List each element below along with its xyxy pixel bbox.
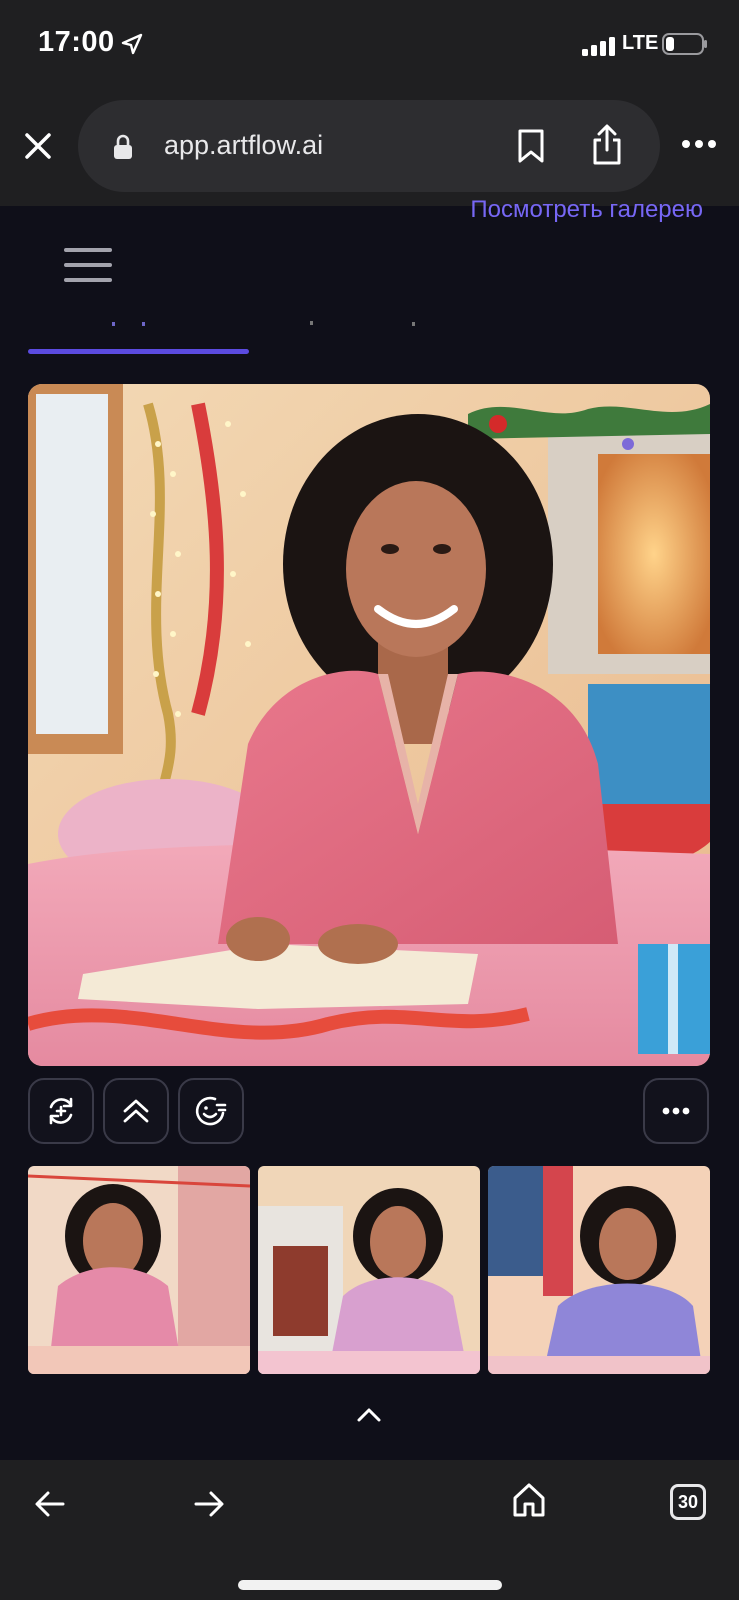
more-icon [662, 1107, 690, 1115]
battery-icon [662, 33, 707, 55]
thumbnail-image[interactable] [258, 1166, 480, 1374]
browser-toolbar: 30 [0, 1460, 739, 1600]
share-icon[interactable] [590, 124, 624, 166]
tab-label-fragment [412, 322, 415, 326]
network-type: LTE [622, 32, 659, 54]
lock-icon [114, 134, 132, 159]
browser-chrome: 17:00 LTE app.artflow.ai [0, 0, 739, 206]
thumbnail-image[interactable] [488, 1166, 710, 1374]
forward-arrow-icon[interactable] [193, 1490, 225, 1518]
location-arrow-icon [121, 33, 143, 55]
more-icon[interactable] [682, 136, 716, 152]
hamburger-icon[interactable] [64, 248, 112, 282]
close-icon[interactable] [18, 126, 58, 166]
tab-label-fragment [310, 321, 313, 325]
more-actions-button[interactable] [643, 1078, 709, 1144]
signal-bars-icon [582, 37, 615, 56]
address-bar[interactable]: app.artflow.ai [78, 100, 660, 192]
view-gallery-link[interactable]: Посмотреть галерею [470, 196, 703, 226]
active-tab-indicator [28, 349, 249, 354]
face-edit-button[interactable] [178, 1078, 244, 1144]
bookmark-icon[interactable] [516, 128, 546, 164]
face-edit-icon [195, 1096, 227, 1126]
generated-image[interactable] [28, 384, 710, 1066]
back-arrow-icon[interactable] [34, 1490, 66, 1518]
tabs-icon[interactable]: 30 [670, 1484, 706, 1520]
status-time: 17:00 [38, 26, 115, 58]
thumbnail-image[interactable] [28, 1166, 250, 1374]
home-indicator [238, 1580, 502, 1590]
regenerate-button[interactable] [28, 1078, 94, 1144]
chevron-up-icon[interactable] [356, 1405, 382, 1423]
tab-label-fragment [142, 322, 145, 326]
home-icon[interactable] [512, 1482, 546, 1518]
regenerate-icon [49, 1097, 73, 1125]
tab-label-fragment [112, 322, 115, 326]
upscale-icon [123, 1099, 149, 1123]
upscale-button[interactable] [103, 1078, 169, 1144]
url-text[interactable]: app.artflow.ai [164, 130, 323, 161]
